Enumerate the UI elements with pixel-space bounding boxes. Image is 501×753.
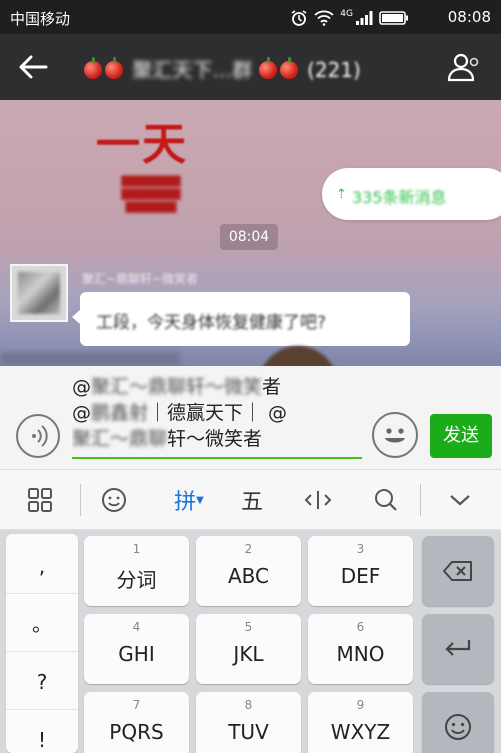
poster-blurred-text: ▇▇▇▇▇▇▇ ▇▇▇▇▇▇▇ ▇▇▇▇▇▇ [121,174,181,213]
key-9[interactable]: 9 WXYZ [308,692,413,753]
mention-blurred: 聚汇～鼎聊 [72,428,168,450]
mention-blurred: 聚汇～鼎聊轩～微笑 [91,376,263,398]
background-photo-person [258,346,338,366]
wechat-group-chat-screen: 中国移动 4G 08:08 聚汇天下…群 (221) 一天 ▇▇▇▇▇▇▇ ▇▇▇… [0,0,501,753]
key-6[interactable]: 6 MNO [308,614,413,684]
toolbar-divider [420,484,421,516]
punct-key-comma[interactable]: , [6,538,78,594]
signal-icon [356,11,373,25]
message-timestamp: 08:04 [220,224,278,250]
apple-emoji-icon [258,57,277,79]
emoji-key[interactable] [422,692,494,753]
status-icons: 4G [290,9,409,27]
sender-name: 聚汇~鼎聊轩~微笑者 [82,272,199,286]
punctuation-column: , 。 ? ! [6,534,78,753]
ime-toolbar: 拼 ▼ 五 [0,470,501,530]
enter-key[interactable] [422,614,494,684]
punct-key-period[interactable]: 。 [6,596,78,652]
key-8[interactable]: 8 TUV [196,692,301,753]
dropdown-caret-icon: ▼ [196,494,204,506]
smiley-icon [445,714,471,740]
pinyin-mode-tab[interactable]: 拼 ▼ [164,480,214,520]
emoji-button[interactable] [372,412,418,458]
voice-icon [32,425,48,447]
new-messages-label: 335条新消息 [352,188,447,207]
new-messages-banner[interactable]: ⇡ 335条新消息 [322,168,501,220]
key-5[interactable]: 5 JKL [196,614,301,684]
cursor-move-icon[interactable] [296,480,340,520]
key-4[interactable]: 4 GHI [84,614,189,684]
key-2[interactable]: 2 ABC [196,536,301,606]
wifi-icon [314,10,334,26]
poster-headline: 一天 [96,119,188,170]
backspace-key[interactable] [422,536,494,606]
image-message-poster[interactable]: 一天 ▇▇▇▇▇▇▇ ▇▇▇▇▇▇▇ ▇▇▇▇▇▇ [96,108,206,213]
enter-icon [445,640,471,656]
toolbar-divider [80,484,81,516]
key-3[interactable]: 3 DEF [308,536,413,606]
apple-emoji-icon [279,57,298,79]
back-arrow-icon[interactable] [16,52,50,82]
alarm-icon [291,10,307,26]
wubi-mode-tab[interactable]: 五 [232,480,272,520]
chat-message-area[interactable]: 一天 ▇▇▇▇▇▇▇ ▇▇▇▇▇▇▇ ▇▇▇▇▇▇ ⇡ 335条新消息 08:04 … [0,100,501,366]
hide-keyboard-chevron-icon[interactable] [440,480,480,520]
send-button[interactable]: 发送 [430,414,492,458]
battery-icon [379,11,408,25]
up-arrow-icon: ⇡ [336,187,347,202]
clock: 08:08 [447,8,491,26]
punct-key-exclaim[interactable]: ! [6,712,78,753]
smiley-icon [385,428,405,443]
punct-key-question[interactable]: ? [6,654,78,710]
mention-blurred: 鹏鑫射 [91,402,149,424]
network-type-label: 4G [340,9,353,19]
message-input[interactable]: @聚汇～鼎聊轩～微笑者 @鹏鑫射｜德赢天下｜ @ 聚汇～鼎聊轩～微笑者 [72,374,362,459]
ime-emoji-icon[interactable] [94,480,134,520]
voice-input-button[interactable] [16,414,60,458]
apple-emoji-icon [105,57,123,79]
key-7[interactable]: 7 PQRS [84,692,189,753]
chat-title-bar: 聚汇天下…群 (221) [0,34,501,100]
group-members-icon[interactable] [443,52,479,82]
member-count: (221) [307,58,361,82]
search-icon[interactable] [366,480,406,520]
t9-keyboard: , 。 ? ! 1 分词 2 ABC 3 DEF 4 GHI 5 JKL 6 MNO 7 PQ… [0,530,501,753]
message-bubble[interactable]: 工段，今天身体恢复健康了吧? [72,292,410,346]
sender-avatar[interactable] [10,264,68,322]
key-1[interactable]: 1 分词 [84,536,189,606]
ime-menu-grid-icon[interactable] [20,480,60,520]
backspace-icon [443,561,472,581]
message-text: 工段，今天身体恢复健康了吧? [96,313,327,333]
message-input-bar: @聚汇～鼎聊轩～微笑者 @鹏鑫射｜德赢天下｜ @ 聚汇～鼎聊轩～微笑者 发送 [0,366,501,470]
chat-title: 聚汇天下…群 (221) [84,54,414,83]
apple-emoji-icon [84,57,102,79]
status-bar: 中国移动 4G 08:08 [0,0,501,34]
carrier-label: 中国移动 [10,10,71,28]
background-landscape [0,352,180,366]
group-name-blurred: 聚汇天下…群 [132,58,253,82]
